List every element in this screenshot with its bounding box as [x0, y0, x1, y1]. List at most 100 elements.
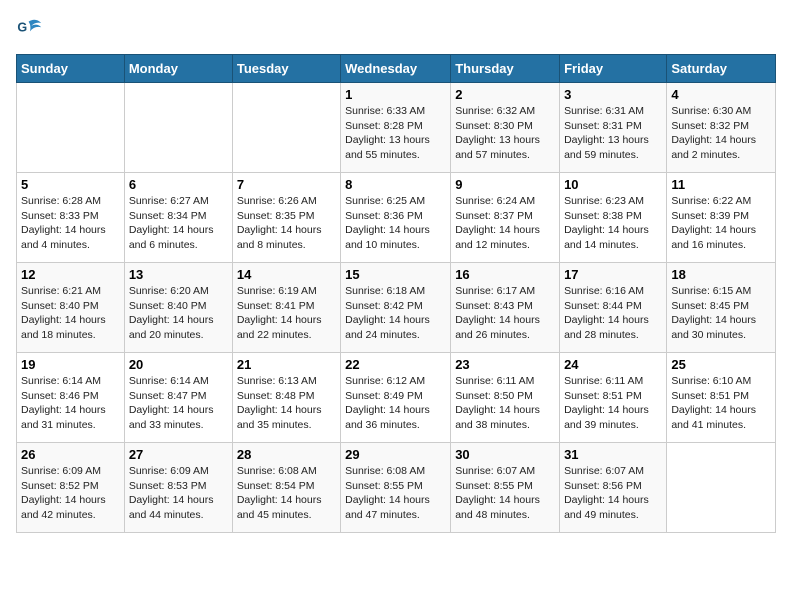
day-number: 26: [21, 447, 120, 462]
day-number: 29: [345, 447, 446, 462]
header-thursday: Thursday: [451, 55, 560, 83]
day-number: 3: [564, 87, 662, 102]
day-number: 21: [237, 357, 336, 372]
day-cell: 27 Sunrise: 6:09 AM Sunset: 8:53 PM Dayli…: [124, 443, 232, 533]
day-number: 10: [564, 177, 662, 192]
day-info: Sunrise: 6:08 AM Sunset: 8:55 PM Dayligh…: [345, 464, 446, 523]
day-info: Sunrise: 6:11 AM Sunset: 8:50 PM Dayligh…: [455, 374, 555, 433]
day-number: 31: [564, 447, 662, 462]
day-cell: 18 Sunrise: 6:15 AM Sunset: 8:45 PM Dayli…: [667, 263, 776, 353]
day-cell: 2Sunrise: 6:32 AM Sunset: 8:30 PM Daylig…: [451, 83, 560, 173]
day-info: Sunrise: 6:16 AM Sunset: 8:44 PM Dayligh…: [564, 284, 662, 343]
day-cell: 30Sunrise: 6:07 AM Sunset: 8:55 PM Dayli…: [451, 443, 560, 533]
day-number: 13: [129, 267, 228, 282]
week-row-5: 26 Sunrise: 6:09 AM Sunset: 8:52 PM Dayli…: [17, 443, 776, 533]
day-info: Sunrise: 6:07 AM Sunset: 8:56 PM Dayligh…: [564, 464, 662, 523]
day-cell: 11Sunrise: 6:22 AM Sunset: 8:39 PM Dayli…: [667, 173, 776, 263]
day-info: Sunrise: 6:09 AM Sunset: 8:52 PM Dayligh…: [21, 464, 120, 523]
day-number: 23: [455, 357, 555, 372]
day-number: 25: [671, 357, 771, 372]
day-cell: 17 Sunrise: 6:16 AM Sunset: 8:44 PM Dayli…: [560, 263, 667, 353]
day-number: 16: [455, 267, 555, 282]
day-info: Sunrise: 6:20 AM Sunset: 8:40 PM Dayligh…: [129, 284, 228, 343]
day-info: Sunrise: 6:23 AM Sunset: 8:38 PM Dayligh…: [564, 194, 662, 253]
day-number: 7: [237, 177, 336, 192]
day-number: 4: [671, 87, 771, 102]
week-row-1: 1Sunrise: 6:33 AM Sunset: 8:28 PM Daylig…: [17, 83, 776, 173]
day-cell: [17, 83, 125, 173]
day-number: 17: [564, 267, 662, 282]
day-cell: 19Sunrise: 6:14 AM Sunset: 8:46 PM Dayli…: [17, 353, 125, 443]
day-number: 19: [21, 357, 120, 372]
header-sunday: Sunday: [17, 55, 125, 83]
day-cell: 7 Sunrise: 6:26 AM Sunset: 8:35 PM Daylig…: [232, 173, 340, 263]
day-cell: 12Sunrise: 6:21 AM Sunset: 8:40 PM Dayli…: [17, 263, 125, 353]
day-cell: 4 Sunrise: 6:30 AM Sunset: 8:32 PM Daylig…: [667, 83, 776, 173]
day-cell: 24 Sunrise: 6:11 AM Sunset: 8:51 PM Dayli…: [560, 353, 667, 443]
day-number: 5: [21, 177, 120, 192]
day-cell: 31 Sunrise: 6:07 AM Sunset: 8:56 PM Dayli…: [560, 443, 667, 533]
day-number: 11: [671, 177, 771, 192]
day-number: 8: [345, 177, 446, 192]
logo-icon: G: [16, 16, 44, 44]
day-cell: 8 Sunrise: 6:25 AM Sunset: 8:36 PM Daylig…: [341, 173, 451, 263]
day-cell: [667, 443, 776, 533]
day-number: 28: [237, 447, 336, 462]
day-info: Sunrise: 6:27 AM Sunset: 8:34 PM Dayligh…: [129, 194, 228, 253]
day-info: Sunrise: 6:13 AM Sunset: 8:48 PM Dayligh…: [237, 374, 336, 433]
day-cell: 25Sunrise: 6:10 AM Sunset: 8:51 PM Dayli…: [667, 353, 776, 443]
day-info: Sunrise: 6:14 AM Sunset: 8:47 PM Dayligh…: [129, 374, 228, 433]
day-number: 12: [21, 267, 120, 282]
logo: G: [16, 16, 48, 44]
day-number: 14: [237, 267, 336, 282]
page-header: G: [16, 16, 776, 44]
day-cell: 13 Sunrise: 6:20 AM Sunset: 8:40 PM Dayli…: [124, 263, 232, 353]
day-number: 30: [455, 447, 555, 462]
day-cell: 3 Sunrise: 6:31 AM Sunset: 8:31 PM Daylig…: [560, 83, 667, 173]
day-number: 24: [564, 357, 662, 372]
day-cell: 6 Sunrise: 6:27 AM Sunset: 8:34 PM Daylig…: [124, 173, 232, 263]
day-cell: 29 Sunrise: 6:08 AM Sunset: 8:55 PM Dayli…: [341, 443, 451, 533]
header-tuesday: Tuesday: [232, 55, 340, 83]
day-info: Sunrise: 6:11 AM Sunset: 8:51 PM Dayligh…: [564, 374, 662, 433]
day-cell: 14Sunrise: 6:19 AM Sunset: 8:41 PM Dayli…: [232, 263, 340, 353]
day-number: 6: [129, 177, 228, 192]
day-info: Sunrise: 6:17 AM Sunset: 8:43 PM Dayligh…: [455, 284, 555, 343]
header-friday: Friday: [560, 55, 667, 83]
day-info: Sunrise: 6:18 AM Sunset: 8:42 PM Dayligh…: [345, 284, 446, 343]
day-info: Sunrise: 6:08 AM Sunset: 8:54 PM Dayligh…: [237, 464, 336, 523]
day-info: Sunrise: 6:33 AM Sunset: 8:28 PM Dayligh…: [345, 104, 446, 163]
day-info: Sunrise: 6:28 AM Sunset: 8:33 PM Dayligh…: [21, 194, 120, 253]
days-header-row: SundayMondayTuesdayWednesdayThursdayFrid…: [17, 55, 776, 83]
header-saturday: Saturday: [667, 55, 776, 83]
day-number: 15: [345, 267, 446, 282]
week-row-3: 12Sunrise: 6:21 AM Sunset: 8:40 PM Dayli…: [17, 263, 776, 353]
day-cell: [232, 83, 340, 173]
day-cell: 16 Sunrise: 6:17 AM Sunset: 8:43 PM Dayli…: [451, 263, 560, 353]
day-cell: 5 Sunrise: 6:28 AM Sunset: 8:33 PM Daylig…: [17, 173, 125, 263]
day-cell: [124, 83, 232, 173]
day-cell: 1Sunrise: 6:33 AM Sunset: 8:28 PM Daylig…: [341, 83, 451, 173]
week-row-2: 5 Sunrise: 6:28 AM Sunset: 8:33 PM Daylig…: [17, 173, 776, 263]
day-cell: 23 Sunrise: 6:11 AM Sunset: 8:50 PM Dayli…: [451, 353, 560, 443]
calendar-table: SundayMondayTuesdayWednesdayThursdayFrid…: [16, 54, 776, 533]
day-info: Sunrise: 6:31 AM Sunset: 8:31 PM Dayligh…: [564, 104, 662, 163]
header-monday: Monday: [124, 55, 232, 83]
day-info: Sunrise: 6:12 AM Sunset: 8:49 PM Dayligh…: [345, 374, 446, 433]
day-info: Sunrise: 6:30 AM Sunset: 8:32 PM Dayligh…: [671, 104, 771, 163]
day-info: Sunrise: 6:25 AM Sunset: 8:36 PM Dayligh…: [345, 194, 446, 253]
day-number: 27: [129, 447, 228, 462]
day-cell: 10 Sunrise: 6:23 AM Sunset: 8:38 PM Dayli…: [560, 173, 667, 263]
day-info: Sunrise: 6:15 AM Sunset: 8:45 PM Dayligh…: [671, 284, 771, 343]
header-wednesday: Wednesday: [341, 55, 451, 83]
day-cell: 21 Sunrise: 6:13 AM Sunset: 8:48 PM Dayli…: [232, 353, 340, 443]
day-info: Sunrise: 6:24 AM Sunset: 8:37 PM Dayligh…: [455, 194, 555, 253]
day-number: 20: [129, 357, 228, 372]
day-info: Sunrise: 6:09 AM Sunset: 8:53 PM Dayligh…: [129, 464, 228, 523]
day-cell: 28 Sunrise: 6:08 AM Sunset: 8:54 PM Dayli…: [232, 443, 340, 533]
day-number: 9: [455, 177, 555, 192]
day-info: Sunrise: 6:26 AM Sunset: 8:35 PM Dayligh…: [237, 194, 336, 253]
week-row-4: 19Sunrise: 6:14 AM Sunset: 8:46 PM Dayli…: [17, 353, 776, 443]
day-number: 18: [671, 267, 771, 282]
day-number: 2: [455, 87, 555, 102]
